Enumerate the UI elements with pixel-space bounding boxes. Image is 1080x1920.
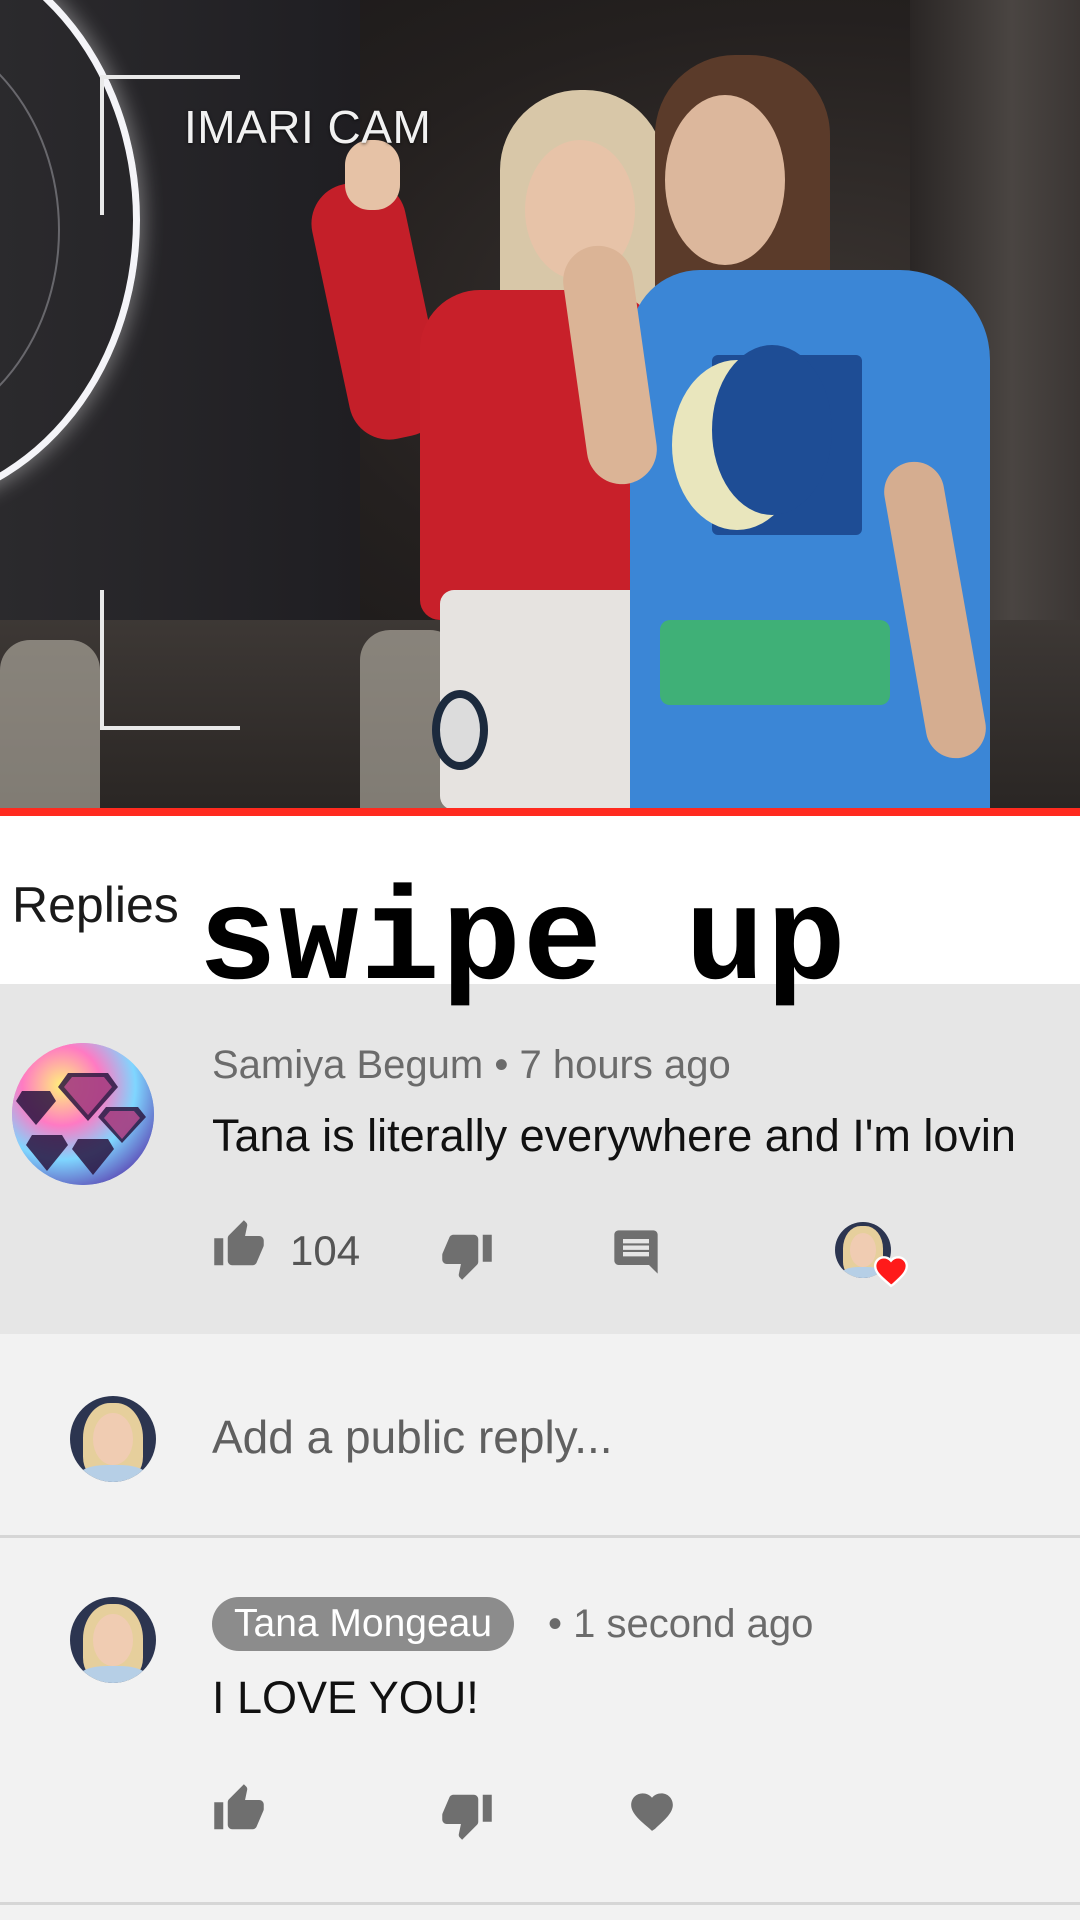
creator-heart-icon (873, 1256, 909, 1288)
divider (0, 1535, 1080, 1538)
comment-author-line[interactable]: Samiya Begum • 7 hours ago (212, 1043, 731, 1088)
reply-author-avatar[interactable] (70, 1597, 156, 1683)
like-count: 104 (290, 1227, 361, 1274)
creator-heart-badge (872, 1252, 910, 1288)
reply-time: • 1 second ago (548, 1602, 814, 1646)
tshirt-print-grass (660, 620, 890, 705)
reply-button[interactable] (610, 1226, 662, 1278)
reply-heart-button[interactable] (627, 1786, 677, 1834)
bmw-logo (432, 690, 488, 770)
user-avatar (70, 1396, 156, 1482)
reply-dislike-button[interactable] (440, 1788, 494, 1842)
divider (0, 1902, 1080, 1905)
diamond-pattern-icon (12, 1043, 154, 1185)
reply-author-face (93, 1614, 133, 1666)
like-button[interactable] (212, 1218, 266, 1272)
video-progress-bar[interactable] (0, 808, 1080, 816)
thumbs-down-icon (442, 1794, 492, 1840)
person-face (665, 95, 785, 265)
reply-author-chip[interactable]: Tana Mongeau (212, 1597, 515, 1651)
moon-print-shadow (712, 345, 832, 515)
video-player[interactable]: IMARI CAM (0, 0, 1080, 810)
thumbs-up-icon (214, 1784, 264, 1830)
reply-text: I LOVE YOU! (212, 1672, 479, 1723)
comment-text: Tana is literally everywhere and I'm lov… (212, 1110, 1016, 1161)
heart-icon (631, 1793, 673, 1831)
user-face (93, 1413, 133, 1465)
dislike-button[interactable] (440, 1228, 494, 1282)
swipe-up-label[interactable]: swipe up (198, 868, 848, 1018)
reply-author-shirt (78, 1665, 148, 1683)
thumbs-down-icon (442, 1234, 492, 1280)
cam-label: IMARI CAM (184, 101, 432, 153)
commenter-avatar[interactable] (12, 1043, 154, 1185)
replies-title: Replies (12, 877, 179, 933)
user-shirt (78, 1464, 148, 1482)
reply-input[interactable]: Add a public reply... (212, 1410, 613, 1464)
reply-icon (614, 1230, 658, 1274)
video-background-cushion (0, 640, 100, 810)
thumbs-up-icon (214, 1220, 264, 1266)
cam-frame-corner-bottom (100, 590, 240, 730)
reply-like-button[interactable] (212, 1782, 266, 1836)
